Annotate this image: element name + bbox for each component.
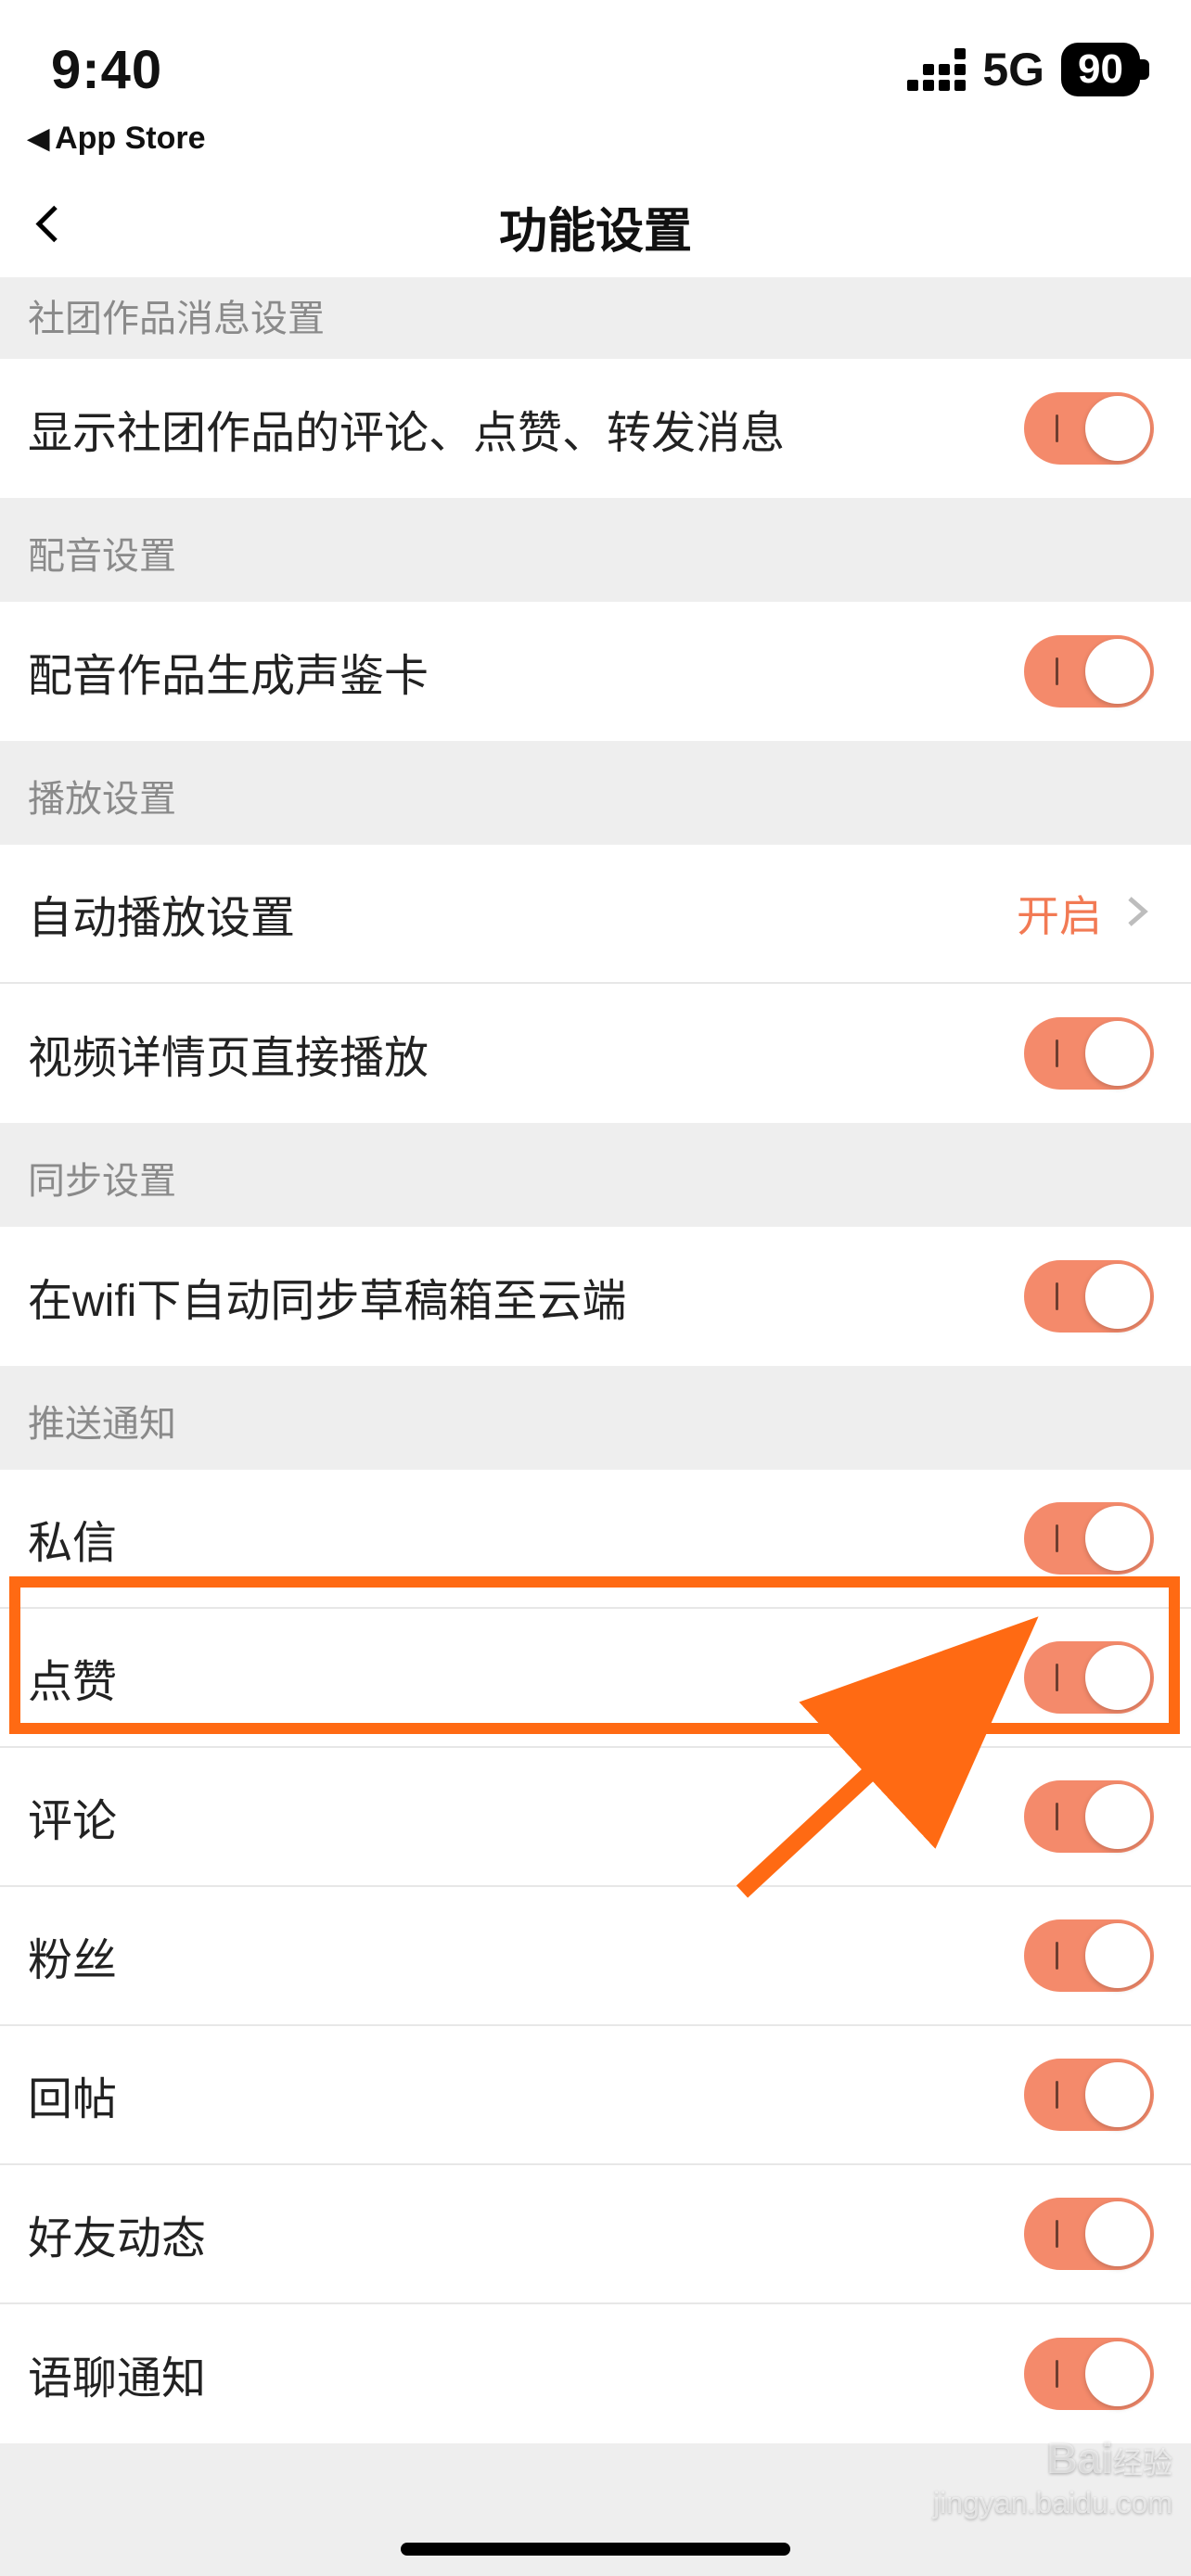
nav-header: 功能设置 (0, 175, 1191, 277)
row-wifi-sync-drafts[interactable]: 在wifi下自动同步草稿箱至云端 (0, 1227, 1191, 1366)
row-label: 语聊通知 (28, 2341, 206, 2406)
breadcrumb[interactable]: ◀ App Store (0, 121, 1191, 175)
toggle-fans[interactable] (1024, 1919, 1154, 1992)
row-label: 配音作品生成声鉴卡 (28, 639, 429, 704)
toggle-comment[interactable] (1024, 1780, 1154, 1853)
toggle-like[interactable] (1024, 1641, 1154, 1714)
back-button[interactable] (28, 204, 69, 249)
row-label: 在wifi下自动同步草稿箱至云端 (28, 1264, 626, 1329)
row-friend-activity[interactable]: 好友动态 (0, 2165, 1191, 2304)
row-label: 显示社团作品的评论、点赞、转发消息 (28, 396, 785, 461)
toggle-private-message[interactable] (1024, 1502, 1154, 1575)
toggle-voice-chat-notify[interactable] (1024, 2338, 1154, 2410)
section-header-playback: 播放设置 (0, 741, 1191, 845)
home-indicator[interactable] (401, 2543, 790, 2556)
toggle-show-club-comments[interactable] (1024, 392, 1154, 465)
row-comment[interactable]: 评论 (0, 1748, 1191, 1887)
row-label: 评论 (28, 1784, 117, 1849)
row-private-message[interactable]: 私信 (0, 1470, 1191, 1609)
section-header-club: 社团作品消息设置 (0, 277, 1191, 359)
toggle-video-direct-play[interactable] (1024, 1017, 1154, 1090)
row-voice-card[interactable]: 配音作品生成声鉴卡 (0, 602, 1191, 741)
status-time: 9:40 (51, 39, 162, 101)
chevron-left-icon (28, 204, 69, 245)
section-header-dubbing: 配音设置 (0, 498, 1191, 602)
toggle-voice-card[interactable] (1024, 635, 1154, 708)
status-right: 5G 90 (907, 43, 1140, 96)
section-header-sync: 同步设置 (0, 1123, 1191, 1227)
row-fans[interactable]: 粉丝 (0, 1887, 1191, 2026)
battery-icon: 90 (1061, 43, 1140, 96)
row-voice-chat-notify[interactable]: 语聊通知 (0, 2304, 1191, 2443)
section-header-push: 推送通知 (0, 1366, 1191, 1470)
row-label: 粉丝 (28, 1923, 117, 1988)
row-label: 回帖 (28, 2062, 117, 2127)
row-autoplay-settings[interactable]: 自动播放设置 开启 (0, 845, 1191, 984)
row-value: 开启 (1017, 883, 1102, 944)
toggle-friend-activity[interactable] (1024, 2198, 1154, 2270)
row-label: 好友动态 (28, 2201, 206, 2266)
row-label: 私信 (28, 1506, 117, 1571)
watermark: Bai经验 jingyan.baidu.com (933, 2433, 1172, 2520)
toggle-reply[interactable] (1024, 2059, 1154, 2131)
status-bar: 9:40 5G 90 (0, 0, 1191, 121)
row-label: 自动播放设置 (28, 881, 295, 946)
row-reply[interactable]: 回帖 (0, 2026, 1191, 2165)
breadcrumb-label: App Store (55, 121, 205, 157)
row-show-club-comments[interactable]: 显示社团作品的评论、点赞、转发消息 (0, 359, 1191, 498)
chevron-right-icon (1121, 895, 1154, 933)
row-label: 点赞 (28, 1645, 117, 1710)
page-title: 功能设置 (0, 192, 1191, 261)
signal-icon (907, 48, 966, 91)
toggle-wifi-sync-drafts[interactable] (1024, 1260, 1154, 1333)
row-like[interactable]: 点赞 (0, 1609, 1191, 1748)
row-video-direct-play[interactable]: 视频详情页直接播放 (0, 984, 1191, 1123)
breadcrumb-back-icon: ◀ (28, 122, 49, 155)
network-label: 5G (982, 43, 1044, 96)
row-label: 视频详情页直接播放 (28, 1021, 429, 1086)
